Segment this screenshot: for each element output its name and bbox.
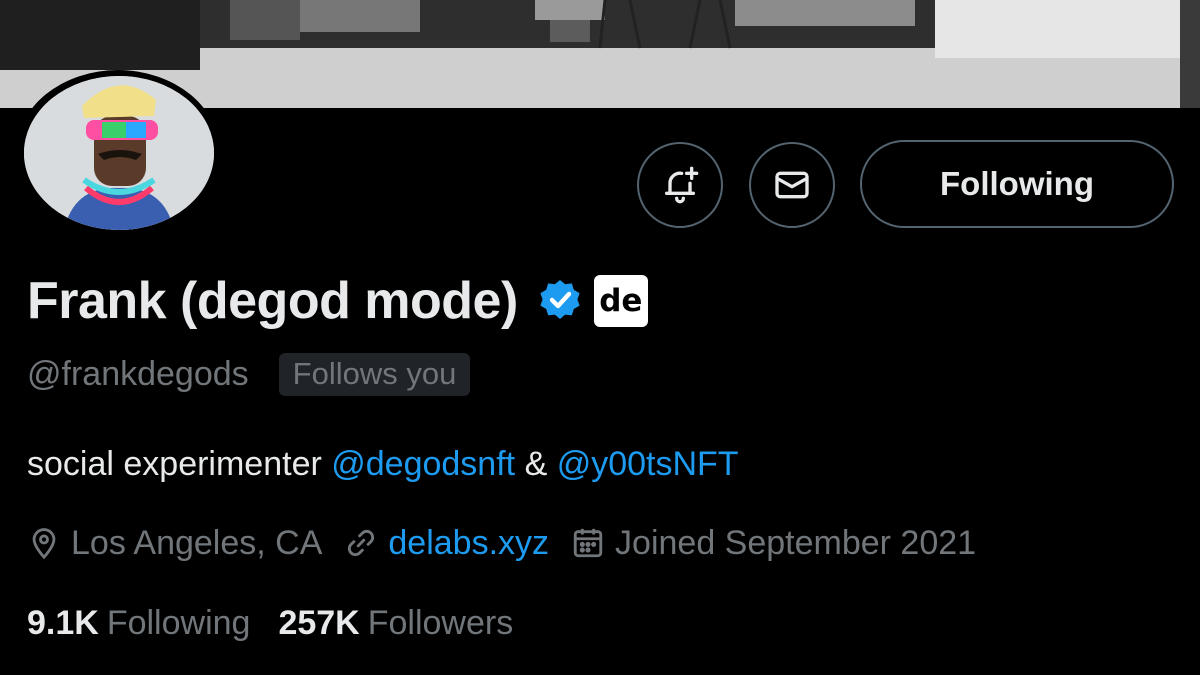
affiliate-badge[interactable]: de [593, 275, 648, 327]
bio-mention-y00tsnft[interactable]: @y00tsNFT [557, 445, 739, 483]
handle-row: @frankdegods Follows you [27, 350, 471, 398]
followers-count: 257K [278, 603, 360, 642]
avatar[interactable] [24, 76, 214, 230]
notifications-button[interactable] [637, 142, 723, 228]
following-stat[interactable]: 9.1K Following [27, 604, 250, 643]
message-envelope-icon [775, 171, 809, 199]
joined-date: Joined September 2021 [615, 523, 977, 562]
followers-label: Followers [367, 603, 514, 642]
joined-item: Joined September 2021 [571, 524, 976, 563]
website-link[interactable]: delabs.xyz [388, 524, 549, 563]
followers-stat[interactable]: 257K Followers [278, 604, 513, 643]
profile-handle: @frankdegods [27, 354, 249, 393]
profile-name-row: Frank (degod mode) de [27, 266, 648, 336]
follows-you-badge: Follows you [278, 352, 471, 396]
profile-bio: social experimenter @degodsnft & @y00tsN… [27, 445, 739, 484]
profile-meta: Los Angeles, CA delabs.xyz Joined Septem… [27, 518, 998, 568]
following-button[interactable]: Following [860, 140, 1174, 228]
bio-text: social experimenter [27, 445, 332, 483]
location-item: Los Angeles, CA [27, 524, 322, 563]
location-text: Los Angeles, CA [71, 523, 323, 562]
bio-mention-degodsnft[interactable]: @degodsnft [331, 445, 515, 483]
verified-badge-icon[interactable] [536, 277, 584, 325]
follow-stats: 9.1K Following 257K Followers [27, 600, 541, 646]
display-name: Frank (degod mode) [27, 272, 518, 330]
website-item: delabs.xyz [344, 524, 549, 563]
link-icon [348, 529, 375, 557]
message-button[interactable] [749, 142, 835, 228]
calendar-icon [573, 528, 603, 558]
following-count: 9.1K [27, 603, 99, 642]
location-pin-icon [32, 528, 56, 560]
notification-bell-plus-icon [665, 166, 699, 204]
following-label: Following [106, 603, 251, 642]
bio-separator: & [515, 445, 557, 483]
